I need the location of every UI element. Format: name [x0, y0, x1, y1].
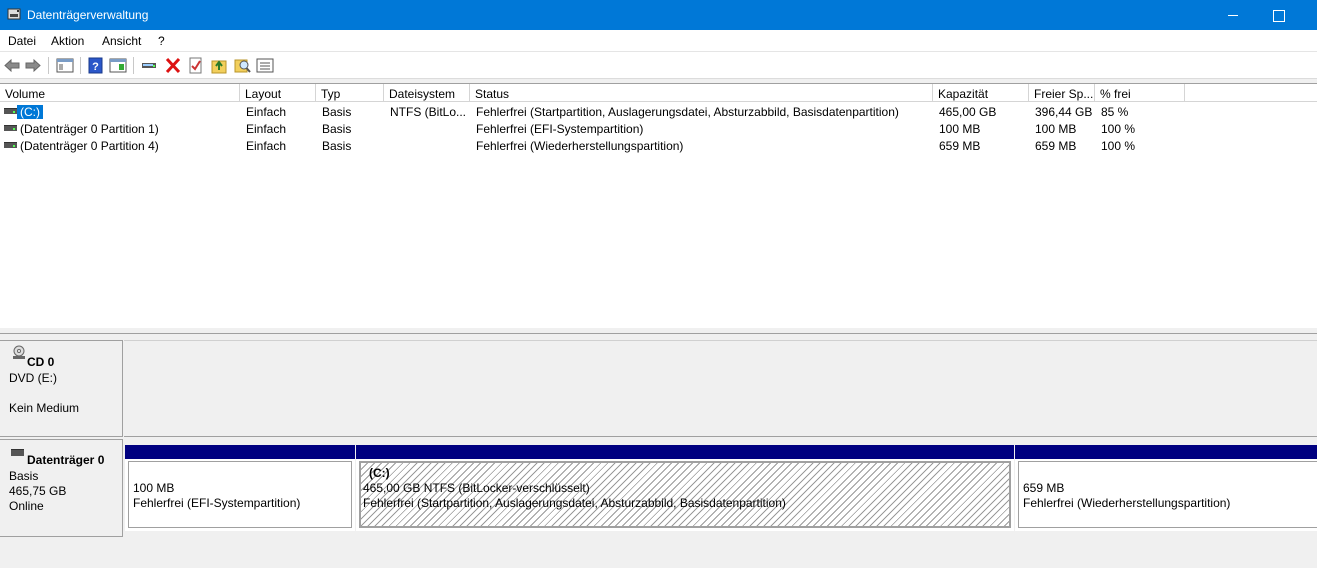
partition-title: (C:) [369, 466, 390, 480]
volume-typ: Basis [322, 122, 352, 136]
minimize-button[interactable] [1210, 0, 1256, 30]
window-title: Datenträgerverwaltung [27, 8, 149, 22]
search-icon[interactable] [233, 57, 251, 74]
properties-icon[interactable] [109, 57, 127, 74]
disk0-name: Datenträger 0 [27, 453, 105, 467]
volume-status: Fehlerfrei (EFI-Systempartition) [476, 122, 644, 136]
menu-help[interactable]: ? [158, 34, 165, 48]
volume-layout: Einfach [246, 122, 287, 136]
disk0-size: 465,75 GB [9, 484, 67, 498]
svg-text:?: ? [92, 61, 99, 73]
disk-graphical-view: CD 0 DVD (E:) Kein Medium Datenträger 0 … [0, 334, 1317, 568]
column-header-typ[interactable]: Typ [316, 84, 384, 102]
column-header-freier-speicher[interactable]: Freier Sp... [1029, 84, 1095, 102]
volume-typ: Basis [322, 105, 352, 119]
partition-bar [125, 445, 355, 459]
table-row[interactable]: (Datenträger 0 Partition 4) Einfach Basi… [0, 137, 1317, 154]
cd-label[interactable]: CD 0 DVD (E:) Kein Medium [0, 340, 123, 437]
column-header-volume[interactable]: Volume [0, 84, 240, 102]
delete-icon[interactable] [164, 57, 182, 74]
partition-bar [1015, 445, 1317, 459]
volume-kapazitaet: 100 MB [939, 122, 981, 136]
partition-status: Fehlerfrei (Startpartition, Auslagerungs… [363, 496, 786, 510]
disk0-state: Online [9, 499, 44, 513]
connect-icon[interactable] [140, 57, 158, 74]
volume-prozent-frei: 100 % [1101, 122, 1136, 136]
menu-ansicht[interactable]: Ansicht [102, 34, 141, 48]
volume-layout: Einfach [246, 105, 287, 119]
back-icon[interactable] [3, 57, 21, 74]
partition-bar [356, 445, 1014, 459]
column-header-empty [1185, 84, 1317, 102]
volume-kapazitaet: 659 MB [939, 139, 981, 153]
disk-management-app-icon [7, 8, 21, 20]
volume-status: Fehlerfrei (Wiederherstellungspartition) [476, 139, 684, 153]
volume-dateisystem: NTFS (BitLo... [390, 105, 467, 119]
toolbar: ? [0, 52, 1317, 79]
menu-bar: Datei Aktion Ansicht ? [0, 30, 1317, 52]
column-header-dateisystem[interactable]: Dateisystem [384, 84, 470, 102]
maximize-button[interactable] [1256, 0, 1302, 30]
volume-name: (Datenträger 0 Partition 1) [20, 122, 159, 136]
menu-datei[interactable]: Datei [8, 34, 36, 48]
volume-kapazitaet: 465,00 GB [939, 105, 997, 119]
help-icon[interactable]: ? [87, 57, 105, 74]
volume-name: (C:) [17, 105, 43, 119]
column-header-prozent-frei[interactable]: % frei [1095, 84, 1185, 102]
partition-c[interactable]: (C:) 465,00 GB NTFS (BitLocker-verschlüs… [356, 445, 1014, 531]
partition-recovery[interactable]: 659 MB Fehlerfrei (Wiederherstellungspar… [1015, 445, 1317, 531]
partition-size: 100 MB [133, 481, 175, 495]
volume-freier-speicher: 100 MB [1035, 122, 1077, 136]
volume-typ: Basis [322, 139, 352, 153]
partition-efi[interactable]: 100 MB Fehlerfrei (EFI-Systempartition) [125, 445, 355, 531]
volume-layout: Einfach [246, 139, 287, 153]
volume-icon [4, 108, 17, 114]
volume-icon [4, 142, 17, 148]
menu-aktion[interactable]: Aktion [51, 34, 84, 48]
volume-status: Fehlerfrei (Startpartition, Auslagerungs… [476, 105, 899, 119]
column-header-layout[interactable]: Layout [240, 84, 316, 102]
forward-icon[interactable] [24, 57, 42, 74]
cd-media-area[interactable] [124, 340, 1317, 437]
disk0-label[interactable]: Datenträger 0 Basis 465,75 GB Online [0, 439, 123, 537]
column-header-kapazitaet[interactable]: Kapazität [933, 84, 1029, 102]
partition-box: 659 MB Fehlerfrei (Wiederherstellungspar… [1018, 461, 1317, 528]
table-row[interactable]: (C:) Einfach Basis NTFS (BitLo... Fehler… [0, 103, 1317, 120]
cd-drive-icon [12, 345, 26, 362]
partition-box: (C:) 465,00 GB NTFS (BitLocker-verschlüs… [359, 461, 1011, 528]
console-tree-icon[interactable] [56, 57, 74, 74]
volume-icon [4, 125, 17, 131]
cd-drive-letter: DVD (E:) [9, 371, 57, 385]
table-row[interactable]: (Datenträger 0 Partition 1) Einfach Basi… [0, 120, 1317, 137]
cd-media-status: Kein Medium [9, 401, 80, 415]
volume-prozent-frei: 100 % [1101, 139, 1136, 153]
volume-prozent-frei: 85 % [1101, 105, 1129, 119]
partition-box: 100 MB Fehlerfrei (EFI-Systempartition) [128, 461, 352, 528]
partition-size: 465,00 GB NTFS (BitLocker-verschlüsselt) [363, 481, 590, 495]
volume-list: Volume Layout Typ Dateisystem Status Kap… [0, 83, 1317, 328]
hard-disk-icon [11, 449, 24, 456]
folder-up-icon[interactable] [210, 57, 228, 74]
disk0-type: Basis [9, 469, 39, 483]
check-icon[interactable] [187, 57, 205, 74]
column-header-status[interactable]: Status [470, 84, 933, 102]
partition-status: Fehlerfrei (Wiederherstellungspartition) [1023, 496, 1231, 510]
volume-freier-speicher: 396,44 GB [1035, 105, 1093, 119]
volume-freier-speicher: 659 MB [1035, 139, 1077, 153]
partition-status: Fehlerfrei (EFI-Systempartition) [133, 496, 301, 510]
list-icon[interactable] [256, 57, 274, 74]
volume-name: (Datenträger 0 Partition 4) [20, 139, 159, 153]
partition-size: 659 MB [1023, 481, 1065, 495]
cd-name: CD 0 [27, 355, 55, 369]
title-bar: Datenträgerverwaltung [0, 0, 1317, 30]
